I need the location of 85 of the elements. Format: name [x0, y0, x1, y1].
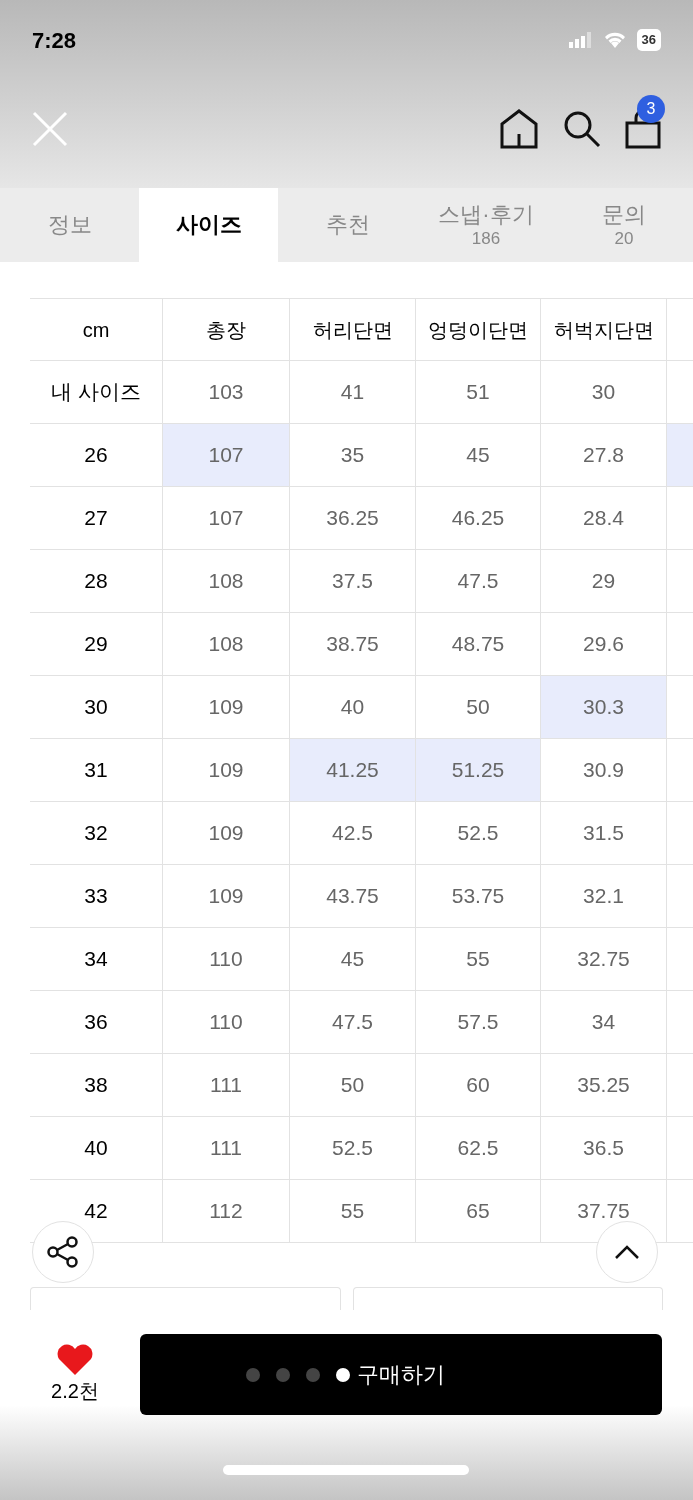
table-cell: 110: [163, 928, 290, 991]
table-cell: 109: [163, 802, 290, 865]
table-cell: 46.25: [416, 487, 541, 550]
size-cell: 38: [30, 1054, 163, 1117]
table-cell: 32.1: [541, 865, 667, 928]
heart-icon[interactable]: [56, 1343, 94, 1376]
table-cell: 50: [290, 1054, 416, 1117]
table-cell: 65: [416, 1180, 541, 1243]
table-cell: 35.25: [541, 1054, 667, 1117]
table-cell: 32.75: [541, 928, 667, 991]
search-icon[interactable]: [563, 110, 601, 148]
table-cell: 57.5: [416, 991, 541, 1054]
table-cell: 111: [163, 1117, 290, 1180]
table-cell: 31.5: [541, 802, 667, 865]
chevron-up-icon: [614, 1244, 640, 1260]
tab[interactable]: 문의 20: [555, 188, 693, 262]
table-cell: 47.5: [290, 991, 416, 1054]
share-icon: [46, 1235, 80, 1269]
size-cell: 32: [30, 802, 163, 865]
size-cell: 26: [30, 424, 163, 487]
size-cell: 40: [30, 1117, 163, 1180]
table-cell: 41.25: [290, 739, 416, 802]
size-cell: 36: [30, 991, 163, 1054]
tab[interactable]: 정보: [0, 188, 139, 262]
table-cell: 43.75: [290, 865, 416, 928]
table-cell: 47.5: [416, 550, 541, 613]
table-cell: 52.5: [290, 1117, 416, 1180]
size-cell: 28: [30, 550, 163, 613]
tab[interactable]: 스냅·후기 186: [417, 188, 555, 262]
table-cell: 30.9: [541, 739, 667, 802]
table-cell: 103: [163, 361, 290, 424]
table-cell: 53.75: [416, 865, 541, 928]
table-cell: 36.5: [541, 1117, 667, 1180]
table-cell: 35: [290, 424, 416, 487]
like-count: 2.2천: [51, 1378, 99, 1404]
table-cell: 50: [416, 676, 541, 739]
size-cell: 33: [30, 865, 163, 928]
wifi-icon: [602, 31, 627, 49]
table-cell: 112: [163, 1180, 290, 1243]
table-cell: 55: [290, 1180, 416, 1243]
table-cell: 51: [416, 361, 541, 424]
size-cell: 27: [30, 487, 163, 550]
table-cell: 29.6: [541, 613, 667, 676]
table-cell: 34: [541, 991, 667, 1054]
cart-count-badge: 3: [637, 95, 665, 123]
size-cell: 내 사이즈: [30, 361, 163, 424]
table-cell: 30.3: [541, 676, 667, 739]
tab[interactable]: 사이즈: [139, 188, 278, 262]
table-cell: 107: [163, 487, 290, 550]
table-cell: 30: [541, 361, 667, 424]
size-cell: 34: [30, 928, 163, 991]
size-cell: 31: [30, 739, 163, 802]
table-cell: 36.25: [290, 487, 416, 550]
table-cell: 27.8: [541, 424, 667, 487]
status-time: 7:28: [32, 26, 77, 55]
table-cell: 55: [416, 928, 541, 991]
table-cell: 38.75: [290, 613, 416, 676]
home-icon[interactable]: [499, 108, 539, 150]
table-cell: 40: [290, 676, 416, 739]
table-cell: 42.5: [290, 802, 416, 865]
table-cell: 107: [163, 424, 290, 487]
table-cell: 45: [416, 424, 541, 487]
table-cell: 108: [163, 550, 290, 613]
table-cell: 60: [416, 1054, 541, 1117]
table-cell: 48.75: [416, 613, 541, 676]
size-cell: 29: [30, 613, 163, 676]
tab[interactable]: 추천: [278, 188, 417, 262]
table-cell: 111: [163, 1054, 290, 1117]
battery-level: 36: [636, 29, 661, 51]
table-cell: 45: [290, 928, 416, 991]
table-cell: 37.5: [290, 550, 416, 613]
table-cell: 108: [163, 613, 290, 676]
size-cell: 30: [30, 676, 163, 739]
table-cell: 29: [541, 550, 667, 613]
table-cell: 52.5: [416, 802, 541, 865]
table-cell: 41: [290, 361, 416, 424]
table-cell: 51.25: [416, 739, 541, 802]
table-cell: 109: [163, 739, 290, 802]
signal-icon: [568, 32, 593, 48]
table-cell: 110: [163, 991, 290, 1054]
table-cell: 109: [163, 865, 290, 928]
table-cell: 62.5: [416, 1117, 541, 1180]
table-cell: 109: [163, 676, 290, 739]
table-cell: 28.4: [541, 487, 667, 550]
buy-button[interactable]: 구매하기: [140, 1334, 662, 1415]
